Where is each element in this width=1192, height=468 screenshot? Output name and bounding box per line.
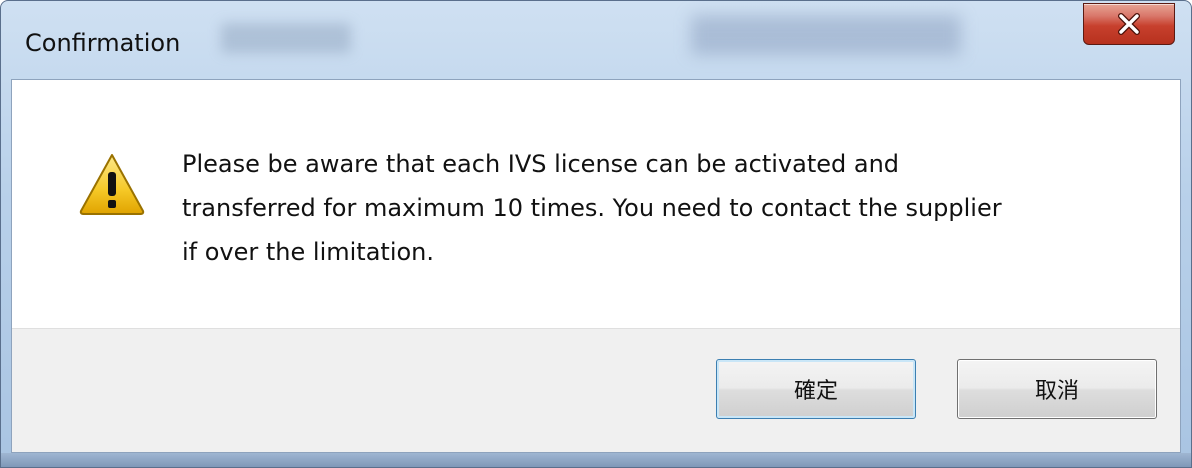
close-button[interactable] (1083, 3, 1175, 45)
message-text: Please be aware that each IVS license ca… (182, 150, 1002, 266)
dialog-content: Please be aware that each IVS license ca… (11, 79, 1181, 453)
close-icon (1118, 13, 1140, 35)
window-bottom-border (1, 453, 1191, 467)
warning-icon (79, 154, 145, 215)
titlebar[interactable]: Confirmation (1, 1, 1191, 79)
button-bar: 確定 取消 (12, 328, 1180, 452)
message-area: Please be aware that each IVS license ca… (12, 80, 1180, 328)
dialog-window: Confirmation Please be aware that each I… (0, 0, 1192, 468)
ok-button[interactable]: 確定 (716, 359, 916, 419)
window-title: Confirmation (25, 29, 181, 57)
cancel-button[interactable]: 取消 (957, 359, 1157, 419)
